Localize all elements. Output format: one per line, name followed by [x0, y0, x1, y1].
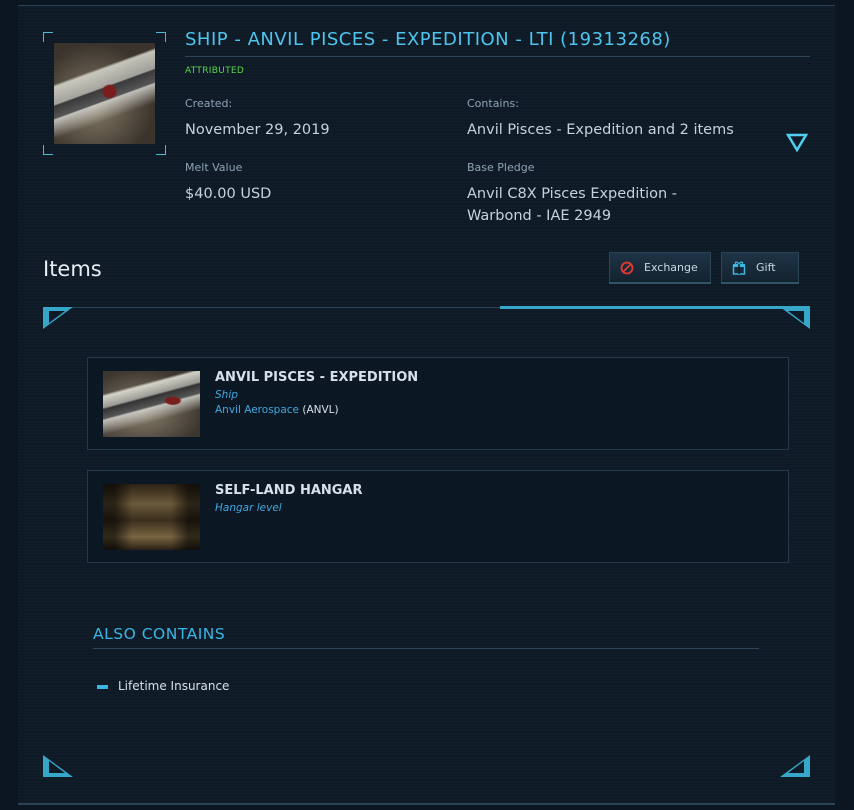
bullet-icon	[97, 685, 108, 689]
panel-corner	[43, 307, 73, 329]
frame-corner	[43, 32, 53, 42]
chevron-down-icon[interactable]	[785, 131, 809, 153]
base-pledge-label: Base Pledge	[467, 161, 535, 174]
melt-value: $40.00 USD	[185, 186, 272, 202]
exchange-button[interactable]: Exchange	[609, 252, 711, 284]
panel-corner	[780, 755, 810, 777]
no-symbol-icon	[620, 261, 634, 275]
item-name: SELF-LAND HANGAR	[215, 483, 363, 498]
pledge-title: SHIP - ANVIL PISCES - EXPEDITION - LTI (…	[185, 29, 810, 57]
list-item: SELF-LAND HANGAR Hangar level	[87, 470, 789, 563]
panel-accent-bar	[500, 306, 810, 309]
items-heading: Items	[43, 257, 102, 281]
created-label: Created:	[185, 97, 233, 110]
list-item: ANVIL PISCES - EXPEDITION Ship Anvil Aer…	[87, 357, 789, 450]
gift-label: Gift	[756, 261, 776, 274]
contains-label: Contains:	[467, 97, 519, 110]
frame-corner	[156, 32, 166, 42]
panel-corner	[780, 307, 810, 329]
item-manufacturer: Anvil Aerospace (ANVL)	[215, 404, 339, 416]
gift-button[interactable]: Gift	[721, 252, 799, 284]
gift-box-icon	[732, 261, 746, 275]
manufacturer-code: (ANVL)	[302, 404, 339, 416]
also-contains-heading: ALSO CONTAINS	[93, 625, 759, 649]
base-pledge-value-line2: Warbond - IAE 2949	[467, 208, 612, 224]
hangar-image	[103, 484, 200, 550]
panel-corner	[43, 755, 73, 777]
status-badge: ATTRIBUTED	[185, 66, 245, 76]
frame-corner	[156, 145, 166, 155]
pledge-thumbnail	[43, 32, 166, 155]
melt-value-label: Melt Value	[185, 161, 243, 174]
item-type: Ship	[215, 389, 238, 401]
item-name: ANVIL PISCES - EXPEDITION	[215, 370, 419, 385]
frame-corner	[43, 145, 53, 155]
ship-image	[54, 43, 155, 144]
created-value: November 29, 2019	[185, 122, 330, 138]
manufacturer-name: Anvil Aerospace	[215, 404, 299, 416]
also-contains-item: Lifetime Insurance	[118, 679, 230, 693]
exchange-label: Exchange	[644, 261, 698, 274]
contains-value: Anvil Pisces - Expedition and 2 items	[467, 122, 734, 138]
ship-image	[103, 371, 200, 437]
base-pledge-value-line1: Anvil C8X Pisces Expedition -	[467, 186, 678, 202]
item-type: Hangar level	[215, 502, 282, 514]
